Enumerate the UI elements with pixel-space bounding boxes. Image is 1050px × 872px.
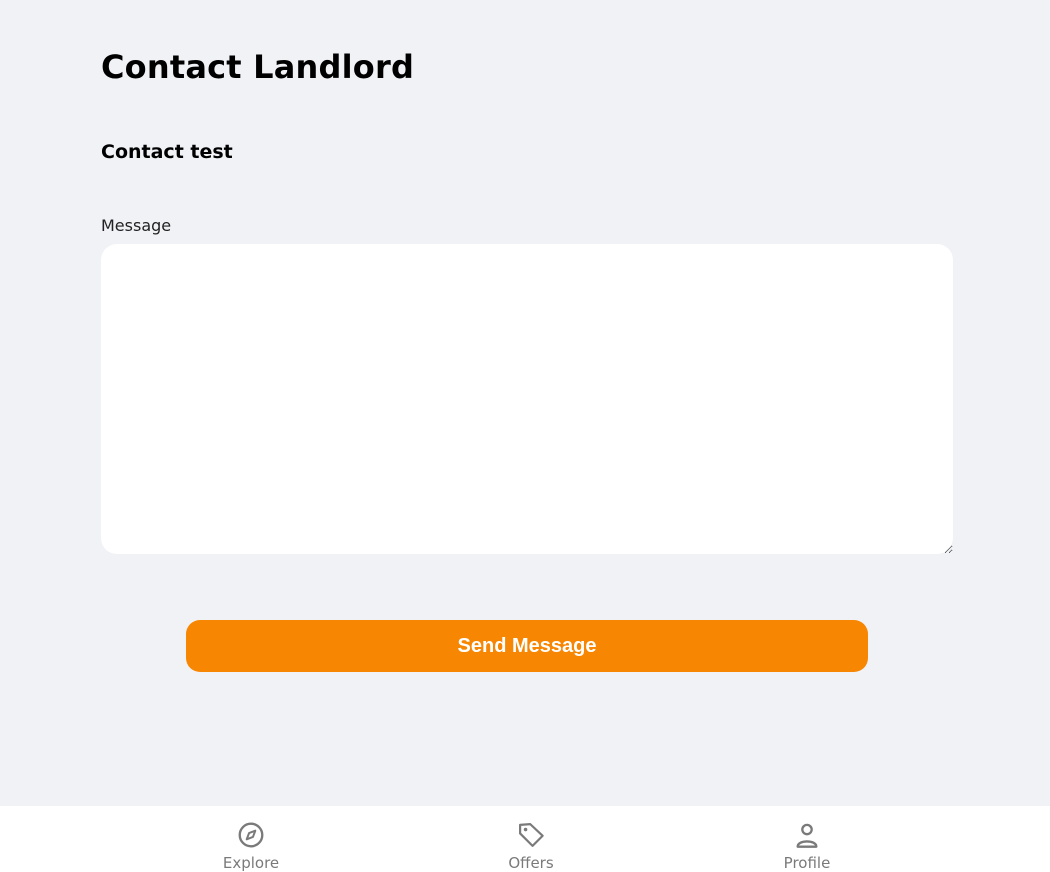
nav-label-explore: Explore — [222, 854, 280, 872]
message-textarea[interactable] — [101, 244, 953, 554]
contact-name: Contact test — [101, 141, 233, 163]
send-message-button[interactable]: Send Message — [186, 620, 868, 672]
message-label: Message — [101, 216, 172, 235]
contact-landlord-page: Contact Landlord Contact test Message Se… — [0, 0, 1050, 872]
bottom-navigation: Explore Offers Profile — [0, 806, 1050, 872]
compass-icon — [238, 822, 264, 848]
nav-item-offers[interactable]: Offers — [451, 806, 611, 872]
nav-item-profile[interactable]: Profile — [727, 806, 887, 872]
nav-label-profile: Profile — [783, 854, 831, 872]
nav-label-offers: Offers — [508, 854, 554, 872]
nav-item-explore[interactable]: Explore — [171, 806, 331, 872]
user-icon — [796, 823, 818, 848]
page-title: Contact Landlord — [101, 48, 415, 86]
tag-icon — [519, 823, 544, 847]
